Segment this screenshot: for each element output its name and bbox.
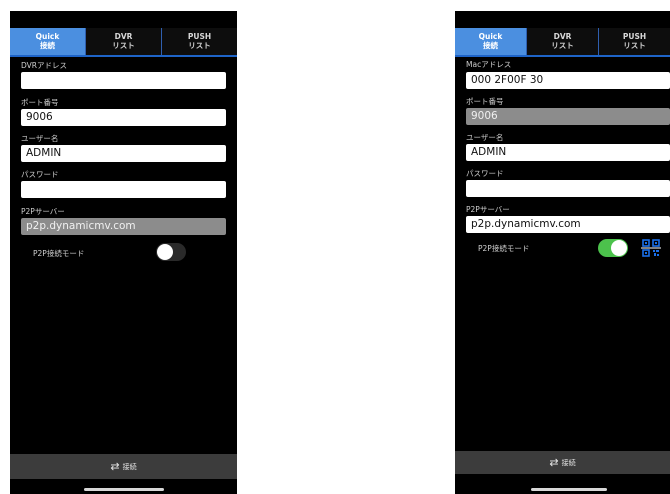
connect-label: 接続 bbox=[122, 462, 137, 471]
tab-dvr-list[interactable]: DVR リスト bbox=[85, 28, 161, 55]
home-indicator bbox=[531, 488, 607, 491]
port-label: ポート番号 bbox=[466, 97, 504, 106]
p2p-mode-toggle[interactable] bbox=[598, 239, 628, 257]
qr-scan-icon[interactable] bbox=[641, 238, 661, 258]
username-label: ユーザー名 bbox=[466, 133, 504, 142]
password-label: パスワード bbox=[466, 169, 504, 178]
port-field[interactable]: 9006 bbox=[21, 109, 226, 126]
phone-screen-left: Quick 接続 DVR リスト PUSH リスト DVRアドレス ポート番号 … bbox=[10, 11, 237, 494]
connect-label: 接続 bbox=[561, 458, 576, 467]
tab-sublabel: 接続 bbox=[40, 41, 55, 50]
tab-dvr-list[interactable]: DVR リスト bbox=[526, 28, 598, 55]
tab-sublabel: リスト bbox=[188, 41, 211, 50]
p2p-mode-label: P2P接続モード bbox=[33, 249, 85, 258]
tab-bar: Quick 接続 DVR リスト PUSH リスト bbox=[455, 28, 670, 57]
username-field[interactable]: ADMIN bbox=[466, 144, 670, 161]
tab-label: DVR bbox=[553, 32, 572, 41]
p2p-server-label: P2Pサーバー bbox=[466, 205, 510, 214]
toggle-knob bbox=[611, 240, 627, 256]
tab-sublabel: 接続 bbox=[483, 41, 498, 50]
toggle-knob bbox=[157, 244, 173, 260]
connect-button[interactable]: ⇄ 接続 bbox=[455, 451, 670, 474]
username-field[interactable]: ADMIN bbox=[21, 145, 226, 162]
p2p-server-field: p2p.dynamicmv.com bbox=[21, 218, 226, 235]
tab-label: Quick bbox=[478, 32, 503, 41]
mac-address-field[interactable]: 000 2F00F 30 bbox=[466, 72, 670, 89]
p2p-server-field[interactable]: p2p.dynamicmv.com bbox=[466, 216, 670, 233]
mac-address-label: Macアドレス bbox=[466, 60, 512, 69]
tab-quick-connect[interactable]: Quick 接続 bbox=[455, 28, 526, 55]
tab-bar: Quick 接続 DVR リスト PUSH リスト bbox=[10, 28, 237, 57]
p2p-mode-label: P2P接続モード bbox=[478, 244, 530, 253]
tab-push-list[interactable]: PUSH リスト bbox=[598, 28, 670, 55]
p2p-server-label: P2Pサーバー bbox=[21, 207, 65, 216]
dvr-address-label: DVRアドレス bbox=[21, 61, 67, 70]
port-label: ポート番号 bbox=[21, 98, 59, 107]
switch-arrows-icon: ⇄ bbox=[110, 460, 120, 473]
connect-button[interactable]: ⇄ 接続 bbox=[10, 454, 237, 479]
tab-label: Quick bbox=[35, 32, 60, 41]
tab-push-list[interactable]: PUSH リスト bbox=[161, 28, 237, 55]
switch-arrows-icon: ⇄ bbox=[549, 456, 559, 469]
phone-screen-right: Quick 接続 DVR リスト PUSH リスト Macアドレス 000 2F… bbox=[455, 11, 670, 494]
username-label: ユーザー名 bbox=[21, 134, 59, 143]
tab-sublabel: リスト bbox=[112, 41, 135, 50]
password-field[interactable] bbox=[21, 181, 226, 198]
tab-label: PUSH bbox=[622, 32, 647, 41]
tab-sublabel: リスト bbox=[623, 41, 646, 50]
port-field: 9006 bbox=[466, 108, 670, 125]
dvr-address-field[interactable] bbox=[21, 72, 226, 89]
home-indicator bbox=[83, 488, 164, 491]
tab-sublabel: リスト bbox=[551, 41, 574, 50]
p2p-mode-toggle[interactable] bbox=[156, 243, 186, 261]
tab-quick-connect[interactable]: Quick 接続 bbox=[10, 28, 85, 55]
tab-label: DVR bbox=[114, 32, 133, 41]
password-label: パスワード bbox=[21, 170, 59, 179]
tab-label: PUSH bbox=[187, 32, 212, 41]
password-field[interactable] bbox=[466, 180, 670, 197]
